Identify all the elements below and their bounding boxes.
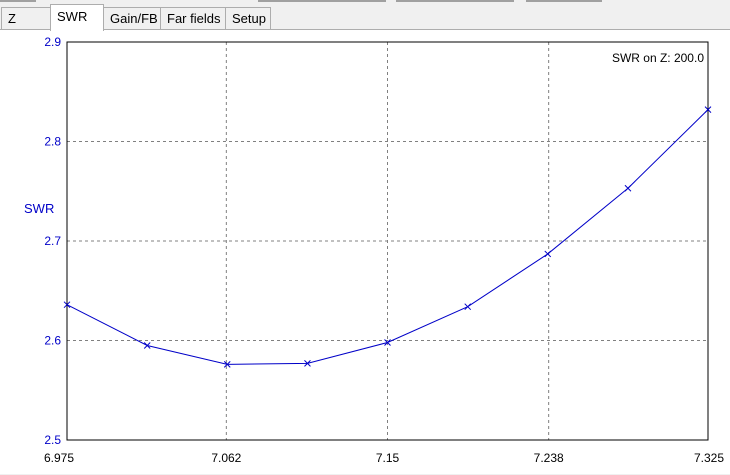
x-tick-label: 7.325 — [694, 451, 724, 465]
toolbar-edge — [526, 0, 602, 2]
swr-reference-annotation: SWR on Z: 200.0 — [612, 51, 704, 65]
tab-setup[interactable]: Setup — [225, 7, 271, 29]
y-axis-label: SWR — [24, 201, 54, 216]
toolbar-edge — [0, 0, 36, 2]
tab-z[interactable]: Z — [1, 7, 51, 29]
swr-data-point — [624, 184, 632, 192]
y-tick-label: 2.9 — [44, 35, 61, 49]
swr-data-point — [544, 250, 552, 258]
swr-panel: 6.975 7.062 7.15 7.238 7.325 2.5 2.6 2.7 2.8 2.9 … — [0, 29, 730, 474]
toolbar-edge — [258, 0, 386, 2]
x-tick-label: 7.062 — [211, 451, 241, 465]
tab-swr[interactable]: SWR — [50, 4, 104, 31]
tab-far-fields[interactable]: Far fields — [160, 7, 226, 29]
x-tick-label: 6.975 — [44, 451, 74, 465]
tab-strip: Z SWR Gain/FB Far fields Setup — [0, 4, 730, 31]
swr-data-point — [464, 303, 472, 311]
y-tick-label: 2.5 — [44, 433, 61, 447]
toolbar-edge — [396, 0, 514, 2]
y-tick-label: 2.8 — [44, 135, 61, 149]
swr-chart: 6.975 7.062 7.15 7.238 7.3252.52.62.72.82.9 … — [24, 35, 724, 465]
tab-gain-fb[interactable]: Gain/FB — [103, 7, 161, 29]
x-tick-label: 7.238 — [534, 451, 564, 465]
y-tick-label: 2.7 — [44, 234, 61, 248]
y-tick-label: 2.6 — [44, 334, 61, 348]
x-tick-label: 7.15 — [376, 451, 400, 465]
